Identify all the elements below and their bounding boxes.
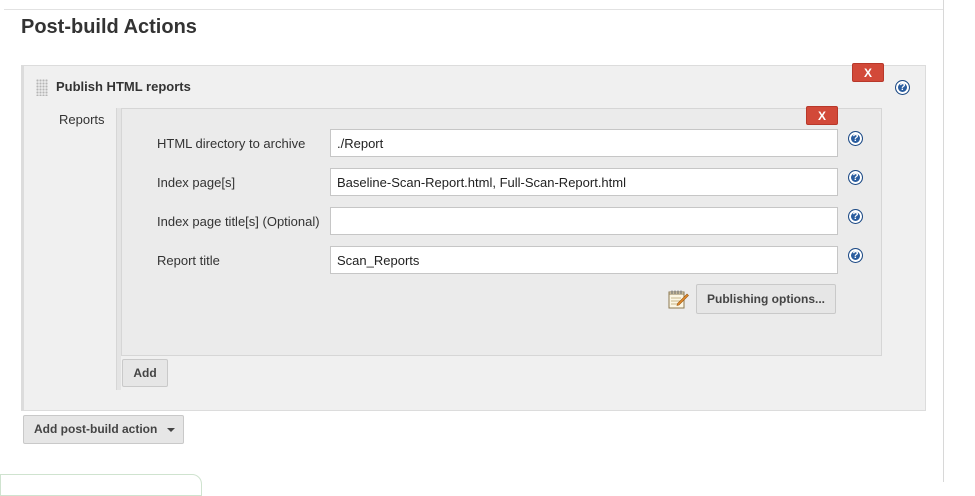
report-title-help-icon[interactable]: ?	[848, 248, 863, 263]
reports-label: Reports	[59, 112, 105, 127]
index-page-titles-label: Index page title[s] (Optional)	[157, 214, 320, 229]
publisher-title: Publish HTML reports	[56, 79, 191, 94]
right-divider	[943, 0, 944, 482]
index-pages-label: Index page[s]	[157, 175, 236, 190]
html-directory-help-icon[interactable]: ?	[848, 131, 863, 146]
index-pages-help-icon[interactable]: ?	[848, 170, 863, 185]
index-page-titles-help-icon[interactable]: ?	[848, 209, 863, 224]
top-divider	[4, 9, 943, 10]
index-page-titles-input[interactable]	[330, 207, 838, 235]
publishing-options-button[interactable]: Publishing options...	[696, 284, 836, 314]
html-directory-label: HTML directory to archive	[157, 136, 306, 151]
delete-publisher-button[interactable]: X	[852, 63, 884, 82]
index-pages-input[interactable]	[330, 168, 838, 196]
bottom-tab-edge	[0, 474, 202, 496]
add-report-button[interactable]: Add	[122, 359, 168, 387]
report-title-label: Report title	[157, 253, 220, 268]
section-title: Post-build Actions	[21, 16, 197, 38]
add-post-build-action-button[interactable]: Add post-build action	[23, 415, 184, 444]
notepad-icon	[668, 290, 689, 309]
chevron-down-icon	[167, 428, 175, 432]
delete-report-button[interactable]: X	[806, 106, 838, 125]
html-directory-input[interactable]	[330, 129, 838, 157]
add-post-build-action-label: Add post-build action	[34, 422, 158, 436]
drag-handle-icon[interactable]	[36, 79, 48, 96]
publisher-help-icon[interactable]: ?	[895, 80, 910, 95]
report-title-input[interactable]	[330, 246, 838, 274]
